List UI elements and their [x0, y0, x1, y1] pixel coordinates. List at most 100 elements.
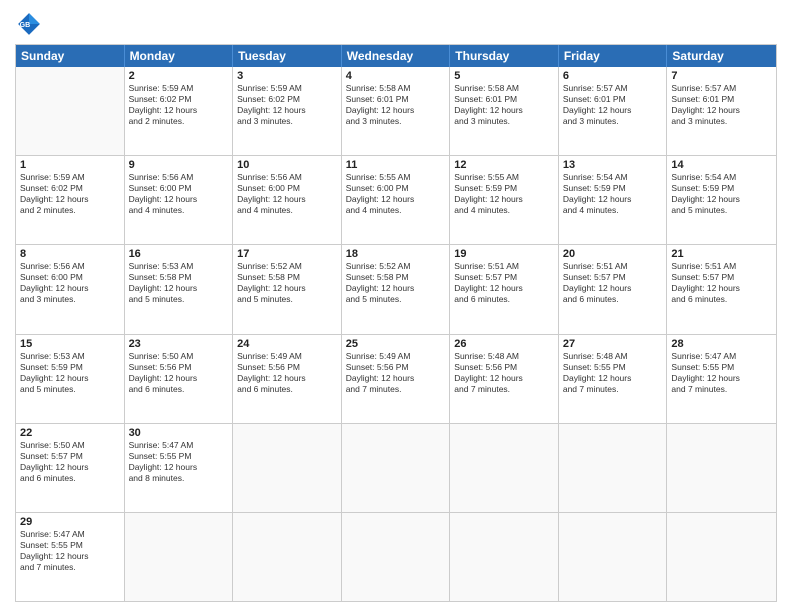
cal-cell: 30Sunrise: 5:47 AM Sunset: 5:55 PM Dayli…	[125, 424, 234, 512]
header-cell-sunday: Sunday	[16, 45, 125, 67]
day-number: 23	[129, 338, 229, 350]
cal-cell: 9Sunrise: 5:56 AM Sunset: 6:00 PM Daylig…	[125, 156, 234, 244]
cal-cell	[342, 513, 451, 601]
header-cell-monday: Monday	[125, 45, 234, 67]
calendar-row-5: 29Sunrise: 5:47 AM Sunset: 5:55 PM Dayli…	[16, 512, 776, 601]
cal-cell	[559, 513, 668, 601]
cal-cell: 4Sunrise: 5:58 AM Sunset: 6:01 PM Daylig…	[342, 67, 451, 155]
cal-cell	[233, 424, 342, 512]
cal-cell	[450, 513, 559, 601]
day-number: 14	[671, 159, 772, 171]
cell-info: Sunrise: 5:54 AM Sunset: 5:59 PM Dayligh…	[671, 172, 772, 216]
cal-cell: 19Sunrise: 5:51 AM Sunset: 5:57 PM Dayli…	[450, 245, 559, 333]
header: GB	[15, 10, 777, 38]
cal-cell	[233, 513, 342, 601]
cal-cell: 15Sunrise: 5:53 AM Sunset: 5:59 PM Dayli…	[16, 335, 125, 423]
cal-cell: 27Sunrise: 5:48 AM Sunset: 5:55 PM Dayli…	[559, 335, 668, 423]
day-number: 20	[563, 248, 663, 260]
cal-cell: 3Sunrise: 5:59 AM Sunset: 6:02 PM Daylig…	[233, 67, 342, 155]
calendar-header: SundayMondayTuesdayWednesdayThursdayFrid…	[16, 45, 776, 67]
cal-cell: 29Sunrise: 5:47 AM Sunset: 5:55 PM Dayli…	[16, 513, 125, 601]
calendar-row-2: 8Sunrise: 5:56 AM Sunset: 6:00 PM Daylig…	[16, 244, 776, 333]
day-number: 18	[346, 248, 446, 260]
day-number: 27	[563, 338, 663, 350]
cal-cell: 22Sunrise: 5:50 AM Sunset: 5:57 PM Dayli…	[16, 424, 125, 512]
day-number: 10	[237, 159, 337, 171]
cell-info: Sunrise: 5:57 AM Sunset: 6:01 PM Dayligh…	[671, 83, 772, 127]
cal-cell: 26Sunrise: 5:48 AM Sunset: 5:56 PM Dayli…	[450, 335, 559, 423]
cell-info: Sunrise: 5:55 AM Sunset: 5:59 PM Dayligh…	[454, 172, 554, 216]
page: GB SundayMondayTuesdayWednesdayThursdayF…	[0, 0, 792, 612]
day-number: 15	[20, 338, 120, 350]
cal-cell	[667, 424, 776, 512]
cal-cell: 13Sunrise: 5:54 AM Sunset: 5:59 PM Dayli…	[559, 156, 668, 244]
cell-info: Sunrise: 5:53 AM Sunset: 5:59 PM Dayligh…	[20, 351, 120, 395]
cal-cell: 28Sunrise: 5:47 AM Sunset: 5:55 PM Dayli…	[667, 335, 776, 423]
day-number: 11	[346, 159, 446, 171]
cell-info: Sunrise: 5:59 AM Sunset: 6:02 PM Dayligh…	[237, 83, 337, 127]
day-number: 28	[671, 338, 772, 350]
cell-info: Sunrise: 5:51 AM Sunset: 5:57 PM Dayligh…	[454, 261, 554, 305]
day-number: 30	[129, 427, 229, 439]
cal-cell	[559, 424, 668, 512]
calendar-row-3: 15Sunrise: 5:53 AM Sunset: 5:59 PM Dayli…	[16, 334, 776, 423]
cal-cell: 11Sunrise: 5:55 AM Sunset: 6:00 PM Dayli…	[342, 156, 451, 244]
cell-info: Sunrise: 5:49 AM Sunset: 5:56 PM Dayligh…	[346, 351, 446, 395]
cell-info: Sunrise: 5:49 AM Sunset: 5:56 PM Dayligh…	[237, 351, 337, 395]
cell-info: Sunrise: 5:52 AM Sunset: 5:58 PM Dayligh…	[237, 261, 337, 305]
day-number: 26	[454, 338, 554, 350]
day-number: 19	[454, 248, 554, 260]
calendar-row-0: 2Sunrise: 5:59 AM Sunset: 6:02 PM Daylig…	[16, 67, 776, 155]
cal-cell: 10Sunrise: 5:56 AM Sunset: 6:00 PM Dayli…	[233, 156, 342, 244]
day-number: 25	[346, 338, 446, 350]
day-number: 16	[129, 248, 229, 260]
day-number: 4	[346, 70, 446, 82]
header-cell-saturday: Saturday	[667, 45, 776, 67]
cal-cell: 5Sunrise: 5:58 AM Sunset: 6:01 PM Daylig…	[450, 67, 559, 155]
cal-cell: 2Sunrise: 5:59 AM Sunset: 6:02 PM Daylig…	[125, 67, 234, 155]
cal-cell	[667, 513, 776, 601]
cell-info: Sunrise: 5:51 AM Sunset: 5:57 PM Dayligh…	[671, 261, 772, 305]
logo: GB	[15, 10, 47, 38]
cal-cell: 18Sunrise: 5:52 AM Sunset: 5:58 PM Dayli…	[342, 245, 451, 333]
cal-cell: 8Sunrise: 5:56 AM Sunset: 6:00 PM Daylig…	[16, 245, 125, 333]
calendar-row-1: 1Sunrise: 5:59 AM Sunset: 6:02 PM Daylig…	[16, 155, 776, 244]
cal-cell	[125, 513, 234, 601]
day-number: 7	[671, 70, 772, 82]
cell-info: Sunrise: 5:48 AM Sunset: 5:55 PM Dayligh…	[563, 351, 663, 395]
day-number: 9	[129, 159, 229, 171]
header-cell-thursday: Thursday	[450, 45, 559, 67]
day-number: 22	[20, 427, 120, 439]
cal-cell: 6Sunrise: 5:57 AM Sunset: 6:01 PM Daylig…	[559, 67, 668, 155]
cell-info: Sunrise: 5:59 AM Sunset: 6:02 PM Dayligh…	[129, 83, 229, 127]
cell-info: Sunrise: 5:48 AM Sunset: 5:56 PM Dayligh…	[454, 351, 554, 395]
day-number: 3	[237, 70, 337, 82]
cell-info: Sunrise: 5:50 AM Sunset: 5:57 PM Dayligh…	[20, 440, 120, 484]
logo-icon: GB	[15, 10, 43, 38]
cal-cell: 24Sunrise: 5:49 AM Sunset: 5:56 PM Dayli…	[233, 335, 342, 423]
cal-cell: 25Sunrise: 5:49 AM Sunset: 5:56 PM Dayli…	[342, 335, 451, 423]
cell-info: Sunrise: 5:47 AM Sunset: 5:55 PM Dayligh…	[671, 351, 772, 395]
day-number: 2	[129, 70, 229, 82]
cell-info: Sunrise: 5:56 AM Sunset: 6:00 PM Dayligh…	[237, 172, 337, 216]
calendar: SundayMondayTuesdayWednesdayThursdayFrid…	[15, 44, 777, 602]
cell-info: Sunrise: 5:58 AM Sunset: 6:01 PM Dayligh…	[346, 83, 446, 127]
day-number: 29	[20, 516, 120, 528]
cal-cell	[16, 67, 125, 155]
cell-info: Sunrise: 5:57 AM Sunset: 6:01 PM Dayligh…	[563, 83, 663, 127]
cell-info: Sunrise: 5:55 AM Sunset: 6:00 PM Dayligh…	[346, 172, 446, 216]
cell-info: Sunrise: 5:58 AM Sunset: 6:01 PM Dayligh…	[454, 83, 554, 127]
cal-cell: 23Sunrise: 5:50 AM Sunset: 5:56 PM Dayli…	[125, 335, 234, 423]
cell-info: Sunrise: 5:56 AM Sunset: 6:00 PM Dayligh…	[20, 261, 120, 305]
cell-info: Sunrise: 5:53 AM Sunset: 5:58 PM Dayligh…	[129, 261, 229, 305]
header-cell-friday: Friday	[559, 45, 668, 67]
day-number: 24	[237, 338, 337, 350]
day-number: 6	[563, 70, 663, 82]
day-number: 17	[237, 248, 337, 260]
svg-text:GB: GB	[20, 22, 31, 29]
cal-cell: 12Sunrise: 5:55 AM Sunset: 5:59 PM Dayli…	[450, 156, 559, 244]
cal-cell: 1Sunrise: 5:59 AM Sunset: 6:02 PM Daylig…	[16, 156, 125, 244]
day-number: 12	[454, 159, 554, 171]
cal-cell: 17Sunrise: 5:52 AM Sunset: 5:58 PM Dayli…	[233, 245, 342, 333]
cal-cell: 14Sunrise: 5:54 AM Sunset: 5:59 PM Dayli…	[667, 156, 776, 244]
